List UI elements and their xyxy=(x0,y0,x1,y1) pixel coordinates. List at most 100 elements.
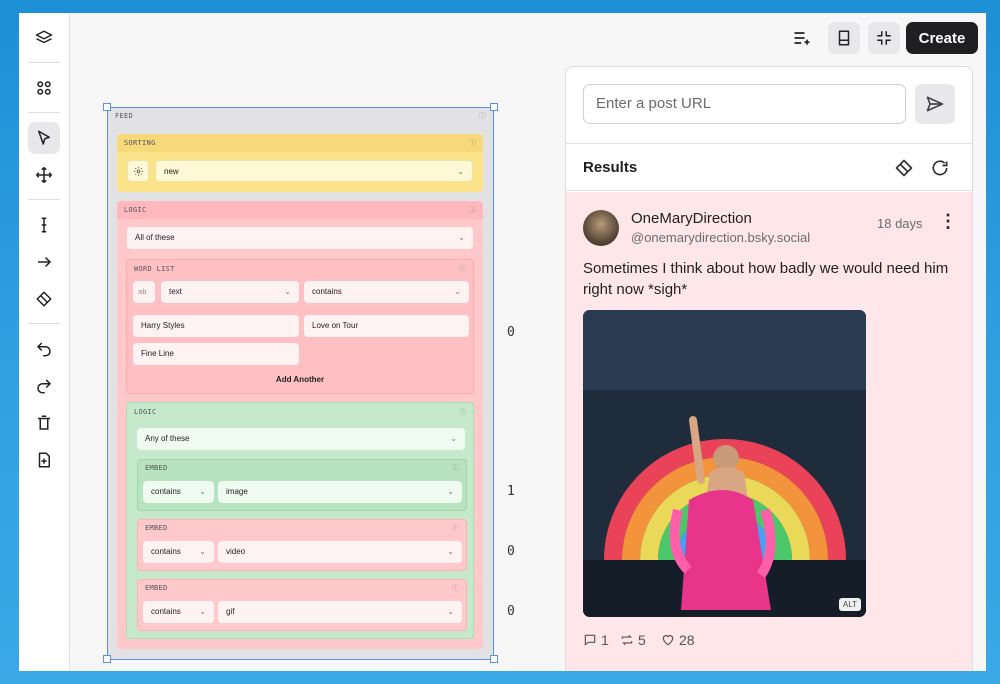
like-count: 28 xyxy=(679,632,695,648)
apps-icon[interactable] xyxy=(28,72,60,104)
embed-type-value: image xyxy=(226,487,248,496)
logic-label: LOGIC xyxy=(124,206,147,214)
word-input[interactable]: Harry Styles xyxy=(133,315,299,337)
embed-label: EMBED xyxy=(145,584,168,592)
like-button[interactable]: 28 xyxy=(661,632,695,648)
info-icon[interactable]: ⓘ xyxy=(452,463,459,473)
match-count: 0 xyxy=(507,325,515,340)
word-input[interactable]: Fine Line xyxy=(133,343,299,365)
logic-block: LOGIC ⓘ All of these ⌄ WORD LIST ⓘ ab te… xyxy=(117,201,483,649)
field-select[interactable]: text ⌄ xyxy=(161,281,299,303)
embed-type-select[interactable]: image ⌄ xyxy=(218,481,462,503)
collapse-icon[interactable] xyxy=(868,22,900,54)
operator-select[interactable]: contains ⌄ xyxy=(304,281,469,303)
layers-icon[interactable] xyxy=(28,22,60,54)
info-icon[interactable]: ⓘ xyxy=(452,523,459,533)
repost-button[interactable]: 5 xyxy=(620,632,646,648)
resize-handle[interactable] xyxy=(490,655,498,663)
feed-label: FEED xyxy=(115,112,134,120)
arrow-right-icon[interactable] xyxy=(28,246,60,278)
redo-icon[interactable] xyxy=(28,370,60,402)
reply-icon xyxy=(584,634,596,646)
post-card[interactable]: OneMaryDirection @onemarydirection.bsky.… xyxy=(566,192,972,671)
move-icon[interactable] xyxy=(28,159,60,191)
create-button[interactable]: Create xyxy=(906,22,978,54)
info-icon[interactable]: ⓘ xyxy=(459,264,466,274)
resize-handle[interactable] xyxy=(490,103,498,111)
add-page-icon[interactable] xyxy=(28,444,60,476)
embed-operator-value: contains xyxy=(151,487,181,496)
info-icon[interactable]: ⓘ xyxy=(469,205,476,215)
author-display-name[interactable]: OneMaryDirection xyxy=(631,210,752,227)
post-text: Sometimes I think about how badly we wou… xyxy=(583,260,949,298)
add-another-button[interactable]: Add Another xyxy=(127,375,473,384)
toolbar-divider xyxy=(28,62,60,63)
operator-value: contains xyxy=(312,287,342,296)
gear-icon[interactable] xyxy=(127,160,149,182)
info-icon[interactable]: ⓘ xyxy=(452,583,459,593)
match-count: 0 xyxy=(507,604,515,619)
chevron-down-icon: ⌄ xyxy=(199,547,206,556)
embed-operator-select[interactable]: contains ⌄ xyxy=(143,601,214,623)
sorting-select[interactable]: new ⌄ xyxy=(155,160,473,182)
logic-mode-value: All of these xyxy=(135,233,175,242)
reply-button[interactable]: 1 xyxy=(583,632,609,648)
info-icon[interactable]: ⓘ xyxy=(459,407,466,417)
chevron-down-icon: ⌄ xyxy=(458,233,465,242)
chevron-down-icon: ⌄ xyxy=(447,547,454,556)
refresh-icon[interactable] xyxy=(928,156,952,180)
reply-count: 1 xyxy=(601,632,609,648)
undo-icon[interactable] xyxy=(28,333,60,365)
author-handle[interactable]: @onemarydirection.bsky.social xyxy=(631,230,810,245)
inner-logic-block: LOGIC ⓘ Any of these ⌄ EMBED ⓘ contains … xyxy=(126,402,474,639)
post-image[interactable]: ALT xyxy=(583,310,866,617)
alt-badge[interactable]: ALT xyxy=(838,598,861,611)
info-icon[interactable]: ⓘ xyxy=(469,138,476,148)
embed-operator-select[interactable]: contains ⌄ xyxy=(143,541,214,563)
text-type-tag: ab xyxy=(133,281,155,303)
toolbar-divider xyxy=(28,323,60,324)
chevron-down-icon: ⌄ xyxy=(199,607,206,616)
column-layout-icon[interactable] xyxy=(828,22,860,54)
logic-mode-select[interactable]: All of these ⌄ xyxy=(127,227,473,249)
more-options-icon[interactable]: ⋮ xyxy=(939,212,957,230)
sorting-value: new xyxy=(164,167,179,176)
field-value: text xyxy=(169,287,182,296)
embed-type-value: gif xyxy=(226,607,235,616)
match-count: 1 xyxy=(507,484,515,499)
word-input[interactable]: Love on Tour xyxy=(304,315,469,337)
send-icon[interactable] xyxy=(915,84,955,124)
inner-logic-mode-select[interactable]: Any of these ⌄ xyxy=(137,428,465,450)
inner-logic-label: LOGIC xyxy=(134,408,157,416)
embed-block: EMBED ⓘ contains ⌄ video ⌄ xyxy=(137,519,467,571)
eraser-icon[interactable] xyxy=(28,283,60,315)
add-list-icon[interactable] xyxy=(786,22,818,54)
chevron-down-icon: ⌄ xyxy=(199,487,206,496)
trash-icon[interactable] xyxy=(28,407,60,439)
results-title: Results xyxy=(583,159,638,176)
embed-label: EMBED xyxy=(145,524,168,532)
pointer-icon[interactable] xyxy=(28,122,60,154)
toolbar-divider xyxy=(28,112,60,113)
toolbar-divider xyxy=(28,199,60,200)
chevron-down-icon: ⌄ xyxy=(457,167,464,176)
avatar[interactable] xyxy=(583,210,619,246)
repost-count: 5 xyxy=(638,632,646,648)
text-cursor-icon[interactable] xyxy=(28,209,60,241)
post-url-input[interactable]: Enter a post URL xyxy=(583,84,906,124)
embed-type-select[interactable]: video ⌄ xyxy=(218,541,462,563)
resize-handle[interactable] xyxy=(103,103,111,111)
eraser-icon[interactable] xyxy=(892,156,916,180)
embed-label: EMBED xyxy=(145,464,168,472)
info-icon[interactable]: ⓘ xyxy=(479,111,486,121)
chevron-down-icon: ⌄ xyxy=(284,287,291,296)
inner-logic-mode-value: Any of these xyxy=(145,434,190,443)
embed-operator-select[interactable]: contains ⌄ xyxy=(143,481,214,503)
heart-icon xyxy=(662,635,674,646)
feed-block[interactable]: FEED ⓘ SORTING ⓘ new ⌄ LOGIC ⓘ All of th… xyxy=(107,107,494,660)
resize-handle[interactable] xyxy=(103,655,111,663)
embed-block: EMBED ⓘ contains ⌄ image ⌄ xyxy=(137,459,467,511)
left-toolbar xyxy=(19,13,70,671)
embed-type-select[interactable]: gif ⌄ xyxy=(218,601,462,623)
chevron-down-icon: ⌄ xyxy=(450,434,457,443)
